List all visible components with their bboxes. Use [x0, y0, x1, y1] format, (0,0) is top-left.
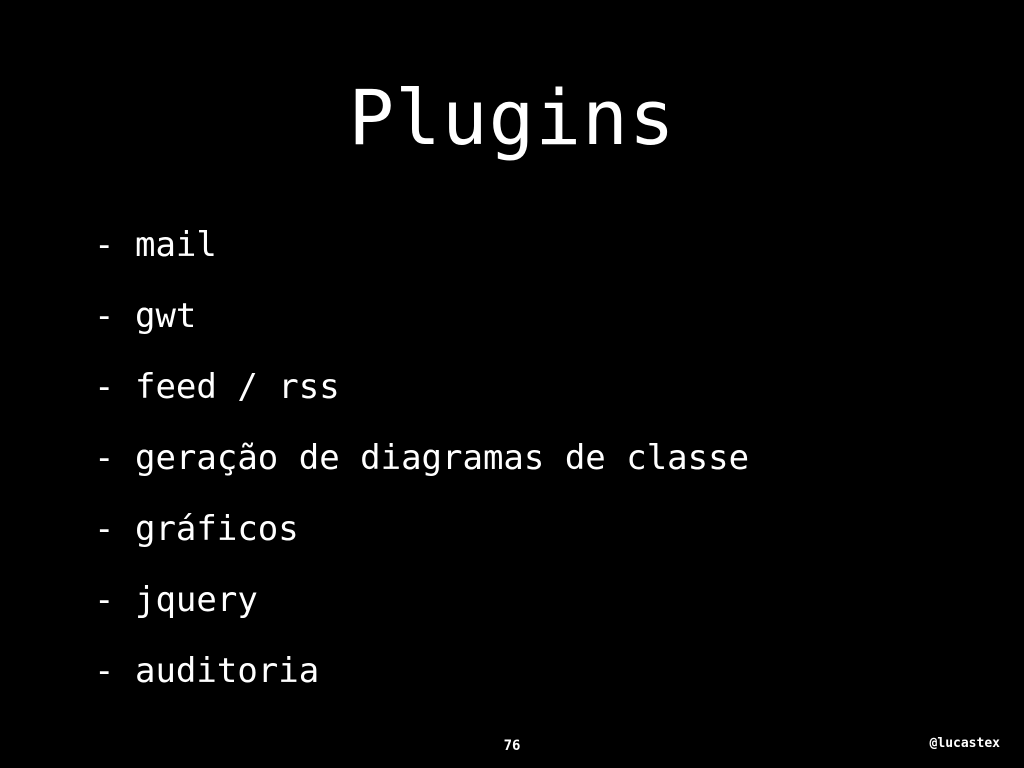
list-item-text: gráficos [134, 509, 299, 549]
bullet-dash: - [94, 509, 115, 549]
list-item: - feed / rss [94, 364, 749, 435]
bullet-dash: - [94, 296, 115, 336]
list-item-text: jquery [134, 580, 258, 620]
list-item: - geração de diagramas de classe [94, 435, 749, 506]
bullet-dash: - [94, 225, 115, 265]
list-item-text: auditoria [134, 651, 320, 691]
slide: Plugins - mail - gwt - feed / rss - gera… [0, 0, 1024, 768]
list-item-text: gwt [134, 296, 197, 336]
slide-title: Plugins [348, 73, 676, 162]
list-item: - jquery [94, 577, 749, 648]
list-item-text: geração de diagramas de classe [134, 438, 750, 478]
bullet-dash: - [94, 580, 115, 620]
bullet-dash: - [94, 651, 115, 691]
list-item-text: feed / rss [134, 367, 340, 407]
author-handle: @lucastex [929, 736, 1000, 751]
list-item-text: mail [134, 225, 217, 265]
list-item: - gráficos [94, 506, 749, 577]
page-number: 76 [503, 738, 521, 754]
bullet-list: - mail - gwt - feed / rss - geração de d… [94, 222, 749, 719]
list-item: - auditoria [94, 648, 749, 719]
list-item: - mail [94, 222, 749, 293]
list-item: - gwt [94, 293, 749, 364]
bullet-dash: - [94, 367, 115, 407]
bullet-dash: - [94, 438, 115, 478]
